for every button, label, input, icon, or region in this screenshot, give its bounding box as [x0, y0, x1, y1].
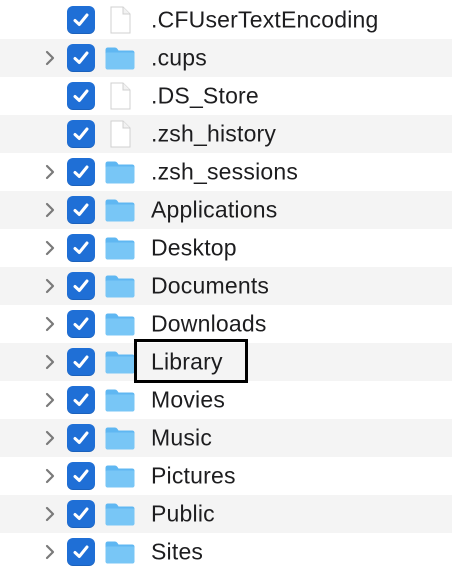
list-item[interactable]: Movies: [0, 381, 452, 419]
checkbox[interactable]: [67, 386, 95, 414]
checkbox[interactable]: [67, 310, 95, 338]
item-name: Applications: [151, 196, 278, 223]
disclosure-chevron-icon[interactable]: [42, 468, 58, 484]
folder-icon: [104, 311, 136, 337]
folder-icon: [104, 501, 136, 527]
item-name: Library: [151, 348, 223, 375]
item-name: Downloads: [151, 310, 267, 337]
checkmark-icon: [73, 317, 89, 330]
disclosure-chevron-icon[interactable]: [42, 164, 58, 180]
folder-icon: [104, 349, 136, 375]
item-name: .DS_Store: [151, 82, 259, 109]
checkmark-icon: [73, 545, 89, 558]
checkbox[interactable]: [67, 538, 95, 566]
item-name: Public: [151, 500, 215, 527]
checkbox[interactable]: [67, 120, 95, 148]
disclosure-chevron-icon[interactable]: [42, 544, 58, 560]
folder-icon: [104, 45, 136, 71]
checkbox[interactable]: [67, 82, 95, 110]
file-list: .CFUserTextEncoding .cups .DS_Store .zsh…: [0, 0, 452, 572]
list-item[interactable]: Pictures: [0, 457, 452, 495]
document-icon: [104, 120, 136, 148]
checkmark-icon: [73, 355, 89, 368]
checkbox[interactable]: [67, 234, 95, 262]
disclosure-chevron-icon[interactable]: [42, 316, 58, 332]
list-item[interactable]: Sites: [0, 533, 452, 571]
list-item[interactable]: Desktop: [0, 229, 452, 267]
list-item[interactable]: Documents: [0, 267, 452, 305]
list-item[interactable]: .zsh_sessions: [0, 153, 452, 191]
list-item[interactable]: Music: [0, 419, 452, 457]
disclosure-chevron-icon[interactable]: [42, 202, 58, 218]
checkbox[interactable]: [67, 272, 95, 300]
list-item[interactable]: Downloads: [0, 305, 452, 343]
list-item[interactable]: Public: [0, 495, 452, 533]
checkmark-icon: [73, 127, 89, 140]
checkbox[interactable]: [67, 44, 95, 72]
list-item[interactable]: .CFUserTextEncoding: [0, 0, 452, 39]
disclosure-chevron-icon[interactable]: [42, 430, 58, 446]
folder-icon: [104, 425, 136, 451]
folder-icon: [104, 197, 136, 223]
item-name: Music: [151, 424, 213, 451]
folder-icon: [104, 539, 136, 565]
checkmark-icon: [73, 89, 89, 102]
folder-icon: [104, 463, 136, 489]
item-name: Movies: [151, 386, 226, 413]
item-name: .cups: [151, 44, 207, 71]
checkbox[interactable]: [67, 462, 95, 490]
checkmark-icon: [73, 51, 89, 64]
checkbox[interactable]: [67, 500, 95, 528]
item-name: .zsh_history: [151, 120, 277, 147]
disclosure-chevron-icon[interactable]: [42, 50, 58, 66]
document-icon: [104, 6, 136, 33]
item-name: Pictures: [151, 462, 236, 489]
checkbox[interactable]: [67, 196, 95, 224]
disclosure-chevron-icon[interactable]: [42, 278, 58, 294]
checkmark-icon: [73, 203, 89, 216]
disclosure-chevron-icon[interactable]: [42, 392, 58, 408]
list-item[interactable]: .DS_Store: [0, 77, 452, 115]
checkbox[interactable]: [67, 424, 95, 452]
checkmark-icon: [73, 279, 89, 292]
disclosure-chevron-icon[interactable]: [42, 354, 58, 370]
folder-icon: [104, 387, 136, 413]
folder-icon: [104, 235, 136, 261]
item-name: Documents: [151, 272, 270, 299]
checkmark-icon: [73, 241, 89, 254]
checkmark-icon: [73, 469, 89, 482]
folder-icon: [104, 273, 136, 299]
document-icon: [104, 82, 136, 110]
disclosure-chevron-icon[interactable]: [42, 506, 58, 522]
checkmark-icon: [73, 393, 89, 406]
checkmark-icon: [73, 431, 89, 444]
list-item[interactable]: .cups: [0, 39, 452, 77]
checkbox[interactable]: [67, 5, 95, 34]
disclosure-chevron-icon[interactable]: [42, 240, 58, 256]
folder-icon: [104, 159, 136, 185]
item-name: Desktop: [151, 234, 237, 261]
checkmark-icon: [73, 13, 89, 26]
item-name: Sites: [151, 538, 204, 565]
item-name: .CFUserTextEncoding: [151, 6, 379, 32]
item-name: .zsh_sessions: [151, 158, 299, 185]
checkmark-icon: [73, 165, 89, 178]
list-item[interactable]: .zsh_history: [0, 115, 452, 153]
checkbox[interactable]: [67, 348, 95, 376]
checkmark-icon: [73, 507, 89, 520]
list-item[interactable]: Applications: [0, 191, 452, 229]
list-item[interactable]: Library: [0, 343, 452, 381]
checkbox[interactable]: [67, 158, 95, 186]
